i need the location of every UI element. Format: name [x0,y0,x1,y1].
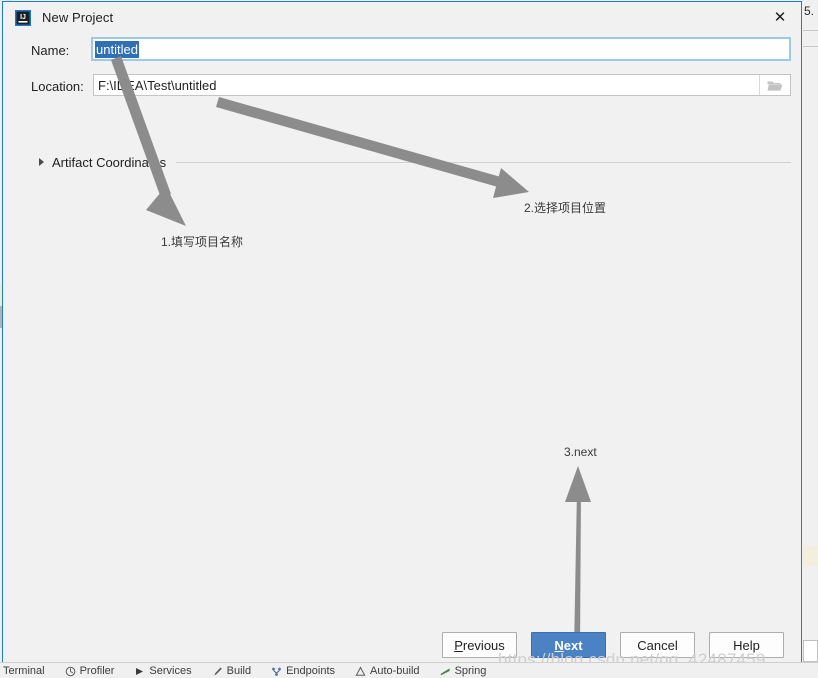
ide-status-bar: Terminal Profiler Services Build Endpoin… [0,662,818,678]
annotation-arrow-2 [216,97,529,198]
name-row: Name: untitled [3,33,801,69]
chevron-right-icon[interactable] [39,158,44,166]
status-item-spring[interactable]: Spring [440,664,487,677]
name-input[interactable]: untitled [91,37,791,61]
status-item-label: Profiler [79,664,115,677]
services-icon [134,666,145,677]
svg-text:IJ: IJ [20,14,26,21]
cancel-button[interactable]: Cancel [620,632,695,658]
ide-background-text: 5. [804,4,815,18]
build-icon [212,666,223,677]
dialog-form: Name: untitled Location: F:\IDEA\Test\un… [3,33,801,170]
status-item-auto-build[interactable]: Auto-build [355,664,420,677]
artifact-coordinates-section[interactable]: Artifact Coordinates [3,151,801,173]
name-label: Name: [31,43,70,58]
help-button[interactable]: Help [709,632,784,658]
status-item-terminal[interactable]: Terminal [0,664,45,677]
next-button-label: Next [554,637,583,653]
location-row: Location: F:\IDEA\Test\untitled [3,69,801,105]
ide-right-gutter [803,0,818,672]
section-divider [176,161,791,163]
intellij-idea-icon: IJ [15,9,31,26]
ide-right-highlight [803,546,818,566]
status-item-label: Spring [454,664,487,677]
cancel-button-label: Cancel [637,637,678,653]
status-item-label: Endpoints [286,664,336,677]
status-item-label: Services [149,664,192,677]
status-item-label: Build [226,664,252,677]
folder-icon[interactable] [759,75,790,95]
spring-icon [440,666,451,677]
screen-root: 5. IJ New Project ✕ Name: untitled Locat… [0,0,818,678]
status-item-endpoints[interactable]: Endpoints [271,664,336,677]
artifact-coordinates-label: Artifact Coordinates [52,154,167,170]
annotation-caption-1: 1.填写项目名称 [161,235,244,249]
annotation-caption-2: 2.选择项目位置 [524,201,607,215]
status-item-build[interactable]: Build [212,664,252,677]
ide-right-divider-top [803,30,818,31]
status-item-services[interactable]: Services [134,664,192,677]
annotation-caption-3: 3.next [564,445,597,459]
status-item-label: Auto-build [370,664,420,677]
dialog-title: New Project [42,10,114,25]
endpoints-icon [271,666,282,677]
annotation-arrow-3 [565,466,591,652]
profiler-icon [65,666,76,677]
ide-right-divider-bottom [803,46,818,47]
previous-button-label: Previous [454,637,505,653]
location-input[interactable]: F:\IDEA\Test\untitled [93,74,791,96]
status-item-label: Terminal [3,664,45,677]
auto-build-icon [355,665,366,677]
dialog-titlebar: IJ New Project ✕ [3,2,801,33]
location-label: Location: [31,79,84,94]
next-button[interactable]: Next [531,632,606,658]
status-item-profiler[interactable]: Profiler [65,664,115,677]
help-button-label: Help [733,637,760,653]
location-input-value: F:\IDEA\Test\untitled [98,77,217,93]
name-input-value: untitled [95,40,139,58]
close-icon[interactable]: ✕ [767,5,793,29]
previous-button[interactable]: Previous [442,632,517,658]
ide-right-panel-fragment [803,640,818,662]
new-project-dialog: IJ New Project ✕ Name: untitled Location… [2,1,802,671]
